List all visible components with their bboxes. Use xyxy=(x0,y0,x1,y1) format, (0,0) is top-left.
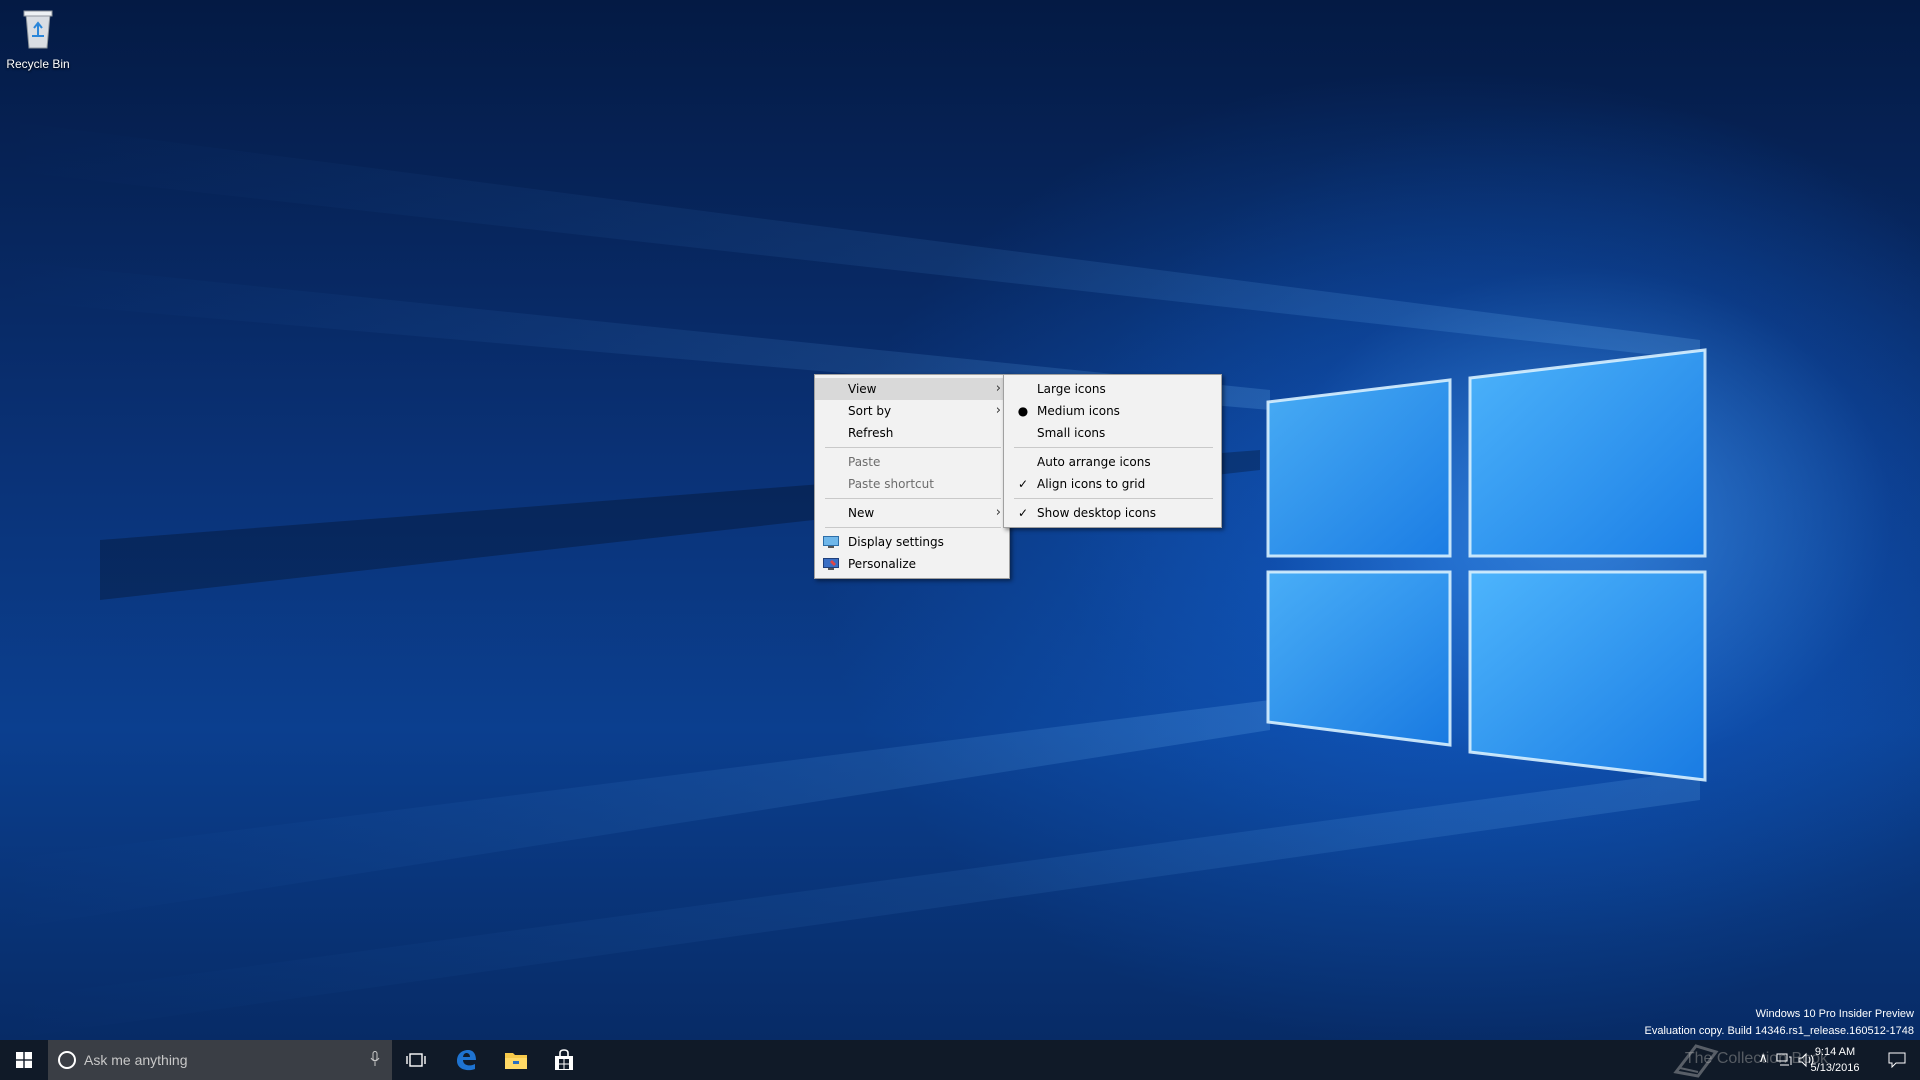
menu-item-label: Paste xyxy=(848,455,881,469)
clock-date: 5/13/2016 xyxy=(1810,1062,1860,1074)
menu-item-view[interactable]: View › xyxy=(815,378,1009,400)
menu-separator xyxy=(825,447,1001,448)
start-button[interactable] xyxy=(0,1040,48,1080)
action-center-icon[interactable] xyxy=(1888,1052,1906,1068)
menu-item-label: Display settings xyxy=(848,535,944,549)
menu-item-label: Medium icons xyxy=(1037,404,1120,418)
watermark-build: Evaluation copy. Build 14346.rs1_release… xyxy=(1644,1025,1915,1037)
cortana-icon xyxy=(58,1051,76,1069)
submenu-item-medium-icons[interactable]: ● Medium icons xyxy=(1004,400,1221,422)
clock-time: 9:14 AM xyxy=(1814,1046,1856,1058)
system-tray: The Collection Book ∧ 9:14 AM 5/13/2016 xyxy=(1580,1040,1920,1080)
microphone-icon[interactable] xyxy=(370,1051,380,1067)
menu-item-sort-by[interactable]: Sort by › xyxy=(815,400,1009,422)
menu-item-label: Small icons xyxy=(1037,426,1106,440)
submenu-item-small-icons[interactable]: Small icons xyxy=(1004,422,1221,444)
task-view-button[interactable] xyxy=(392,1040,440,1080)
menu-item-personalize[interactable]: Personalize xyxy=(815,553,1009,575)
menu-item-paste-shortcut: Paste shortcut xyxy=(815,473,1009,495)
recycle-bin-label: Recycle Bin xyxy=(6,57,70,71)
chevron-right-icon: › xyxy=(995,505,1001,520)
submenu-item-show-desktop-icons[interactable]: ✓ Show desktop icons xyxy=(1004,502,1221,524)
file-explorer-button[interactable] xyxy=(492,1040,540,1080)
menu-item-label: Paste shortcut xyxy=(848,477,934,491)
menu-item-new[interactable]: New › xyxy=(815,502,1009,524)
display-settings-icon xyxy=(823,536,839,548)
checkmark-icon: ✓ xyxy=(1017,477,1029,491)
network-icon[interactable] xyxy=(1776,1053,1792,1067)
build-watermark: Windows 10 Pro Insider Preview Evaluatio… xyxy=(1645,1006,1915,1040)
taskbar: Ask me anything The Collection Book ∧ 9:… xyxy=(0,1040,1920,1080)
chevron-right-icon: › xyxy=(995,403,1001,418)
menu-item-display-settings[interactable]: Display settings xyxy=(815,531,1009,553)
menu-item-label: Refresh xyxy=(848,426,894,440)
task-view-icon xyxy=(406,1053,426,1067)
menu-item-label: Align icons to grid xyxy=(1037,477,1146,491)
bullet-icon: ● xyxy=(1017,404,1029,418)
menu-separator xyxy=(825,498,1001,499)
menu-item-paste: Paste xyxy=(815,451,1009,473)
windows-logo-icon xyxy=(16,1052,32,1068)
menu-item-label: New xyxy=(848,506,875,520)
menu-item-label: View xyxy=(848,382,877,396)
store-button[interactable] xyxy=(540,1040,588,1080)
edge-button[interactable] xyxy=(442,1040,490,1080)
folder-icon xyxy=(505,1053,527,1069)
recycle-bin[interactable]: Recycle Bin xyxy=(4,6,72,71)
checkmark-icon: ✓ xyxy=(1017,506,1029,520)
menu-separator xyxy=(1014,498,1213,499)
desktop-context-menu: View › Sort by › Refresh Paste Paste sho… xyxy=(814,374,1010,579)
menu-item-label: Auto arrange icons xyxy=(1037,455,1151,469)
desktop-background[interactable]: Recycle Bin View › Sort by › Refresh Pas… xyxy=(0,0,1920,1040)
store-bag-icon xyxy=(555,1049,573,1070)
submenu-item-align-to-grid[interactable]: ✓ Align icons to grid xyxy=(1004,473,1221,495)
watermark-edition: Windows 10 Pro Insider Preview xyxy=(1755,1008,1914,1020)
menu-item-refresh[interactable]: Refresh xyxy=(815,422,1009,444)
menu-item-label: Large icons xyxy=(1037,382,1106,396)
clock[interactable]: 9:14 AM 5/13/2016 xyxy=(1800,1044,1870,1076)
show-hidden-icons-chevron[interactable]: ∧ xyxy=(1758,1050,1768,1066)
menu-item-label: Personalize xyxy=(848,557,917,571)
view-submenu: Large icons ● Medium icons Small icons A… xyxy=(1003,374,1222,528)
menu-item-label: Sort by xyxy=(848,404,892,418)
search-placeholder: Ask me anything xyxy=(84,1052,188,1068)
menu-separator xyxy=(1014,447,1213,448)
edge-icon xyxy=(457,1050,476,1071)
chevron-right-icon: › xyxy=(995,381,1001,396)
menu-separator xyxy=(825,527,1001,528)
cortana-search-box[interactable]: Ask me anything xyxy=(48,1040,392,1080)
submenu-item-large-icons[interactable]: Large icons xyxy=(1004,378,1221,400)
submenu-item-auto-arrange[interactable]: Auto arrange icons xyxy=(1004,451,1221,473)
menu-item-label: Show desktop icons xyxy=(1037,506,1157,520)
personalize-icon xyxy=(823,558,839,570)
recycle-bin-icon xyxy=(23,10,53,49)
